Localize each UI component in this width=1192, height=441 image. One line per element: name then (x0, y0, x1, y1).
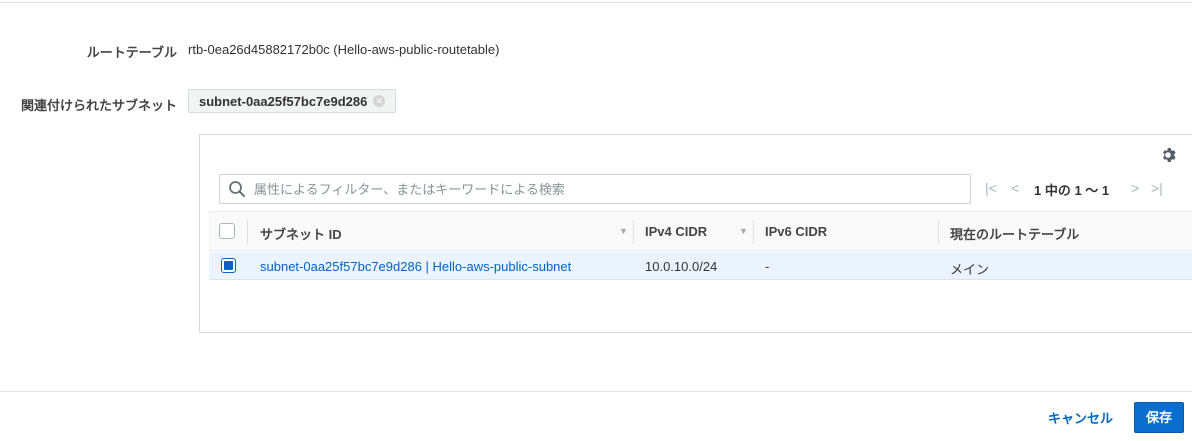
column-divider (633, 220, 634, 244)
sort-icon[interactable]: ▼ (739, 226, 748, 236)
current-route-table-cell: メイン (950, 262, 990, 277)
search-icon (229, 181, 245, 197)
column-divider (753, 220, 754, 244)
column-header-subnet-id[interactable]: サブネット ID (260, 224, 342, 243)
save-button[interactable]: 保存 (1134, 402, 1184, 433)
column-header-ipv4-cidr[interactable]: IPv4 CIDR (645, 224, 707, 239)
previous-page-icon[interactable]: < (1011, 180, 1019, 196)
column-header-current-route-table[interactable]: 現在のルートテーブル (950, 224, 1079, 243)
pagination-text: 1 中の 1 〜 1 (1034, 183, 1110, 198)
route-table-value: rtb-0ea26d45882172b0c (Hello-aws-public-… (188, 42, 500, 57)
filter-search-box[interactable] (219, 174, 971, 204)
gear-icon[interactable] (1160, 147, 1176, 163)
column-divider (938, 220, 939, 244)
ipv4-cidr-cell: 10.0.10.0/24 (645, 259, 718, 274)
select-all-checkbox[interactable] (219, 223, 235, 239)
column-header-ipv6-cidr[interactable]: IPv6 CIDR (765, 224, 827, 239)
route-table-label: ルートテーブル (86, 45, 177, 60)
table-header: サブネット ID ▼ IPv4 CIDR ▼ IPv6 CIDR 現在のルートテ… (209, 211, 1192, 251)
ipv6-cidr-cell: - (765, 259, 770, 274)
filter-search-input[interactable] (252, 175, 970, 203)
footer-divider (0, 391, 1192, 392)
first-page-icon[interactable]: |< (985, 180, 997, 196)
column-divider (247, 220, 248, 244)
selected-subnet-chip-label: subnet-0aa25f57bc7e9d286 (199, 93, 368, 109)
next-page-icon[interactable]: > (1131, 180, 1139, 196)
subnet-id-link[interactable]: subnet-0aa25f57bc7e9d286 | Hello-aws-pub… (260, 259, 571, 274)
table-row[interactable]: subnet-0aa25f57bc7e9d286 | Hello-aws-pub… (209, 252, 1192, 280)
selected-subnet-chip: subnet-0aa25f57bc7e9d286 ✕ (188, 89, 397, 113)
last-page-icon[interactable]: >| (1151, 180, 1163, 196)
row-checkbox-checked[interactable] (221, 258, 236, 273)
cancel-button[interactable]: キャンセル (1048, 408, 1113, 427)
remove-chip-icon[interactable]: ✕ (373, 95, 386, 107)
top-divider (0, 2, 1192, 3)
associated-subnets-label: 関連付けられたサブネット (20, 98, 177, 113)
sort-icon[interactable]: ▼ (619, 226, 628, 236)
